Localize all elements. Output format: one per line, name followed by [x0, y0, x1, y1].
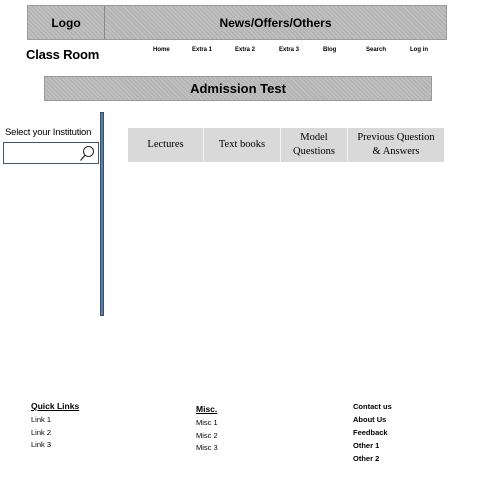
- main-nav: Home Extra 1 Extra 2 Extra 3 Blog Search…: [140, 47, 440, 57]
- nav-extra-2[interactable]: Extra 2: [235, 47, 255, 53]
- content-tabs: Lectures Text books Model Questions Prev…: [128, 128, 444, 162]
- footer-link-2[interactable]: Link 2: [31, 427, 79, 440]
- tab-text-books[interactable]: Text books: [204, 128, 281, 162]
- nav-extra-3[interactable]: Extra 3: [279, 47, 299, 53]
- footer-quick-links-heading: Quick Links: [31, 401, 80, 411]
- footer-other-1[interactable]: Other 1: [353, 439, 392, 452]
- nav-blog[interactable]: Blog: [323, 47, 336, 53]
- site-title: Class Room: [26, 47, 100, 62]
- footer-feedback[interactable]: Feedback: [353, 426, 392, 439]
- sidebar-divider: [100, 112, 104, 316]
- footer-other-2[interactable]: Other 2: [353, 452, 392, 465]
- footer-link-1[interactable]: Link 1: [31, 414, 79, 427]
- footer-misc-heading: Misc.: [196, 404, 218, 414]
- admission-test-banner[interactable]: Admission Test: [44, 76, 432, 101]
- institution-label: Select your Institution: [5, 127, 92, 138]
- footer-link-3[interactable]: Link 3: [31, 439, 79, 452]
- nav-extra-1[interactable]: Extra 1: [192, 47, 212, 53]
- search-icon[interactable]: [79, 145, 95, 162]
- nav-search[interactable]: Search: [366, 47, 386, 53]
- institution-search-box[interactable]: [3, 142, 99, 164]
- footer-misc-1[interactable]: Misc 1: [196, 417, 218, 430]
- footer-about-us[interactable]: About Us: [353, 413, 392, 426]
- logo[interactable]: Logo: [28, 6, 105, 39]
- footer-quick-links: Quick Links Link 1 Link 2 Link 3: [31, 401, 79, 452]
- top-banner: Logo News/Offers/Others: [27, 5, 447, 40]
- tab-lectures[interactable]: Lectures: [128, 128, 204, 162]
- tab-model-questions[interactable]: Model Questions: [281, 128, 348, 162]
- tab-previous-question-answers[interactable]: Previous Question & Answers: [348, 128, 444, 162]
- nav-log-in[interactable]: Log in: [410, 47, 428, 53]
- institution-search-input[interactable]: [6, 145, 76, 161]
- news-offers-banner[interactable]: News/Offers/Others: [105, 6, 446, 39]
- footer-contact: Contact us About Us Feedback Other 1 Oth…: [353, 400, 392, 465]
- footer-misc: Misc. Misc 1 Misc 2 Misc 3: [196, 404, 218, 455]
- footer-contact-us[interactable]: Contact us: [353, 400, 392, 413]
- footer-misc-2[interactable]: Misc 2: [196, 430, 218, 443]
- footer-misc-3[interactable]: Misc 3: [196, 442, 218, 455]
- nav-home[interactable]: Home: [153, 47, 170, 53]
